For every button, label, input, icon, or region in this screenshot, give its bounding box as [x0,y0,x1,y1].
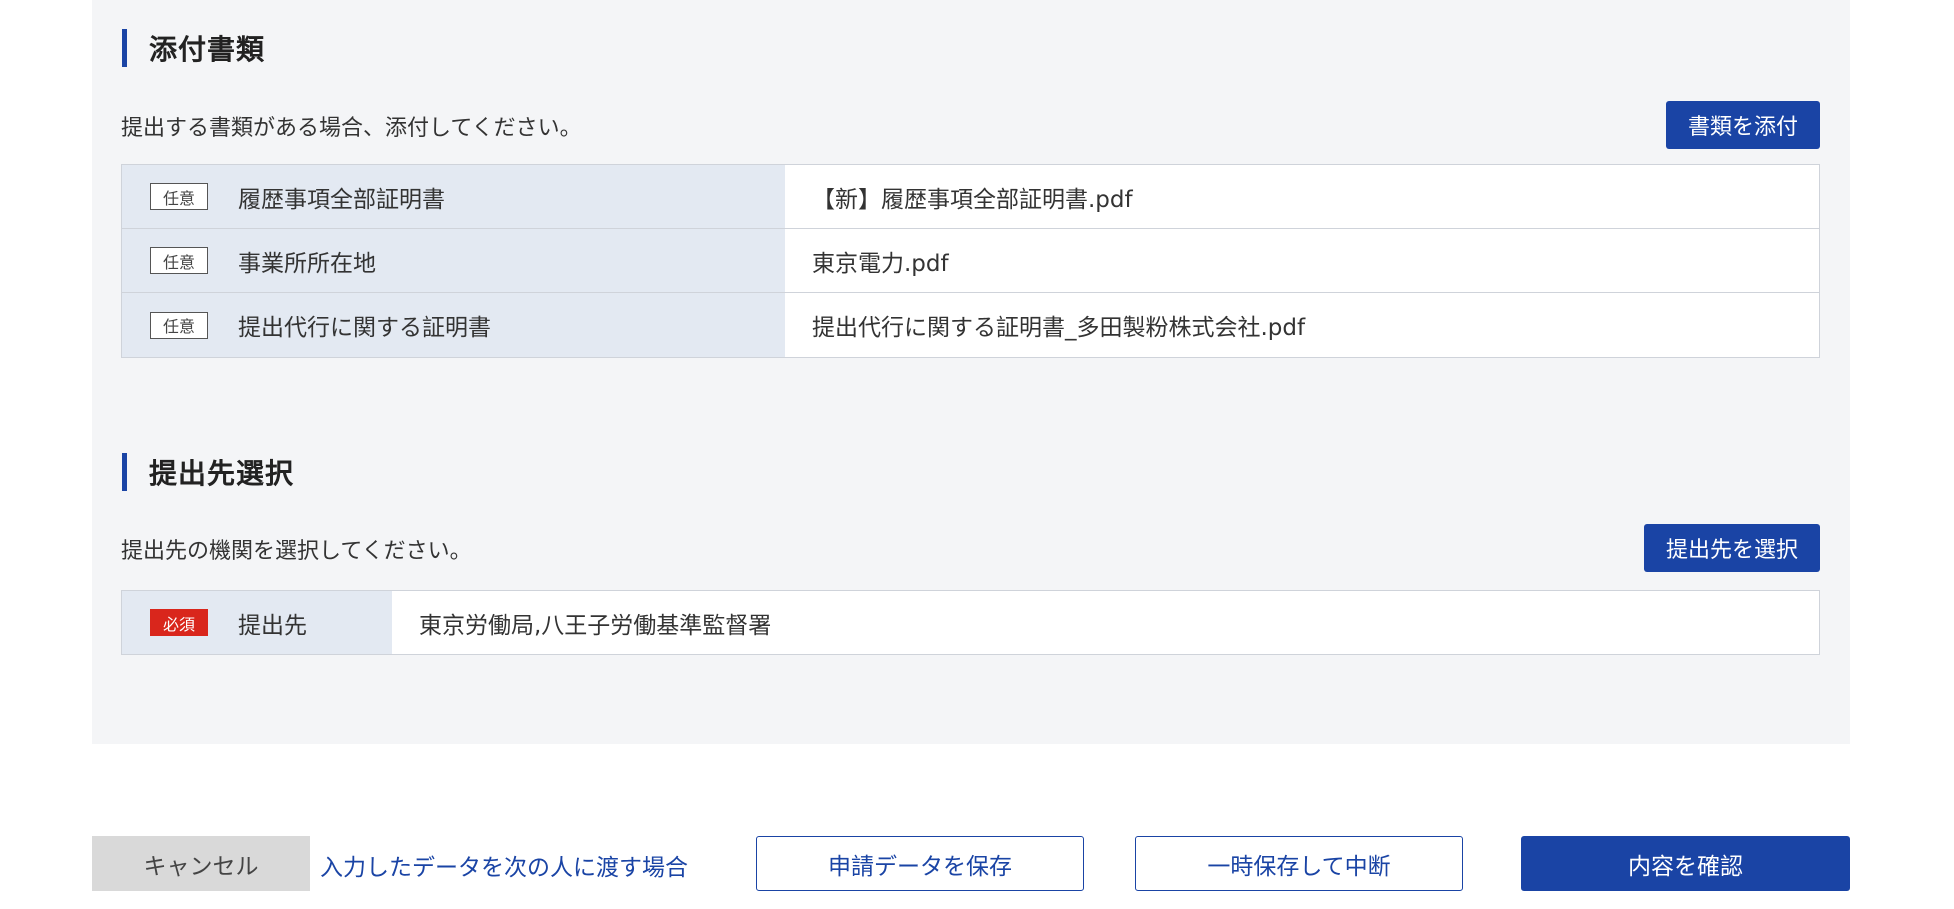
destination-table: 必須 提出先 東京労働局,八王子労働基準監督署 [121,590,1820,655]
section-marker [122,29,127,67]
table-row: 任意 事業所所在地 東京電力.pdf [122,229,1819,293]
form-panel: 添付書類 提出する書類がある場合、添付してください。 書類を添付 任意 履歴事項… [92,0,1850,744]
row-label-cell: 任意 履歴事項全部証明書 [122,165,785,228]
cancel-button[interactable]: キャンセル [92,836,310,891]
attachments-heading: 添付書類 [149,33,266,66]
destination-label: 提出先 [238,612,307,639]
table-row: 任意 提出代行に関する証明書 提出代行に関する証明書_多田製粉株式会社.pdf [122,293,1819,357]
destination-description: 提出先の機関を選択してください。 [121,539,472,564]
optional-badge: 任意 [150,247,208,274]
row-label-cell: 任意 提出代行に関する証明書 [122,293,785,357]
attachments-description: 提出する書類がある場合、添付してください。 [121,116,582,141]
optional-badge: 任意 [150,183,208,210]
document-label: 履歴事項全部証明書 [238,186,445,213]
attachments-section-title: 添付書類 [122,28,265,68]
attach-documents-button[interactable]: 書類を添付 [1665,101,1820,149]
handover-link[interactable]: 入力したデータを次の人に渡す場合 [320,848,688,882]
confirm-button[interactable]: 内容を確認 [1521,836,1850,891]
table-row: 任意 履歴事項全部証明書 【新】履歴事項全部証明書.pdf [122,165,1819,229]
save-and-suspend-button[interactable]: 一時保存して中断 [1135,836,1463,891]
row-label-cell: 任意 事業所所在地 [122,229,785,292]
row-label-cell: 必須 提出先 [122,591,392,654]
destination-value: 東京労働局,八王子労働基準監督署 [419,612,772,639]
attachments-table: 任意 履歴事項全部証明書 【新】履歴事項全部証明書.pdf 任意 事業所所在地 … [121,164,1820,358]
document-label: 事業所所在地 [238,250,376,277]
destination-heading: 提出先選択 [149,457,295,490]
optional-badge: 任意 [150,311,208,339]
select-destination-button[interactable]: 提出先を選択 [1643,524,1820,572]
required-badge: 必須 [150,609,208,636]
destination-section-title: 提出先選択 [122,452,294,492]
attached-file-name: 【新】履歴事項全部証明書.pdf [785,165,1819,228]
document-label: 提出代行に関する証明書 [238,315,491,341]
section-marker [122,453,127,491]
attached-file-name: 提出代行に関する証明書_多田製粉株式会社.pdf [785,293,1819,357]
attached-file-name: 東京電力.pdf [785,229,1819,292]
save-application-button[interactable]: 申請データを保存 [756,836,1084,891]
